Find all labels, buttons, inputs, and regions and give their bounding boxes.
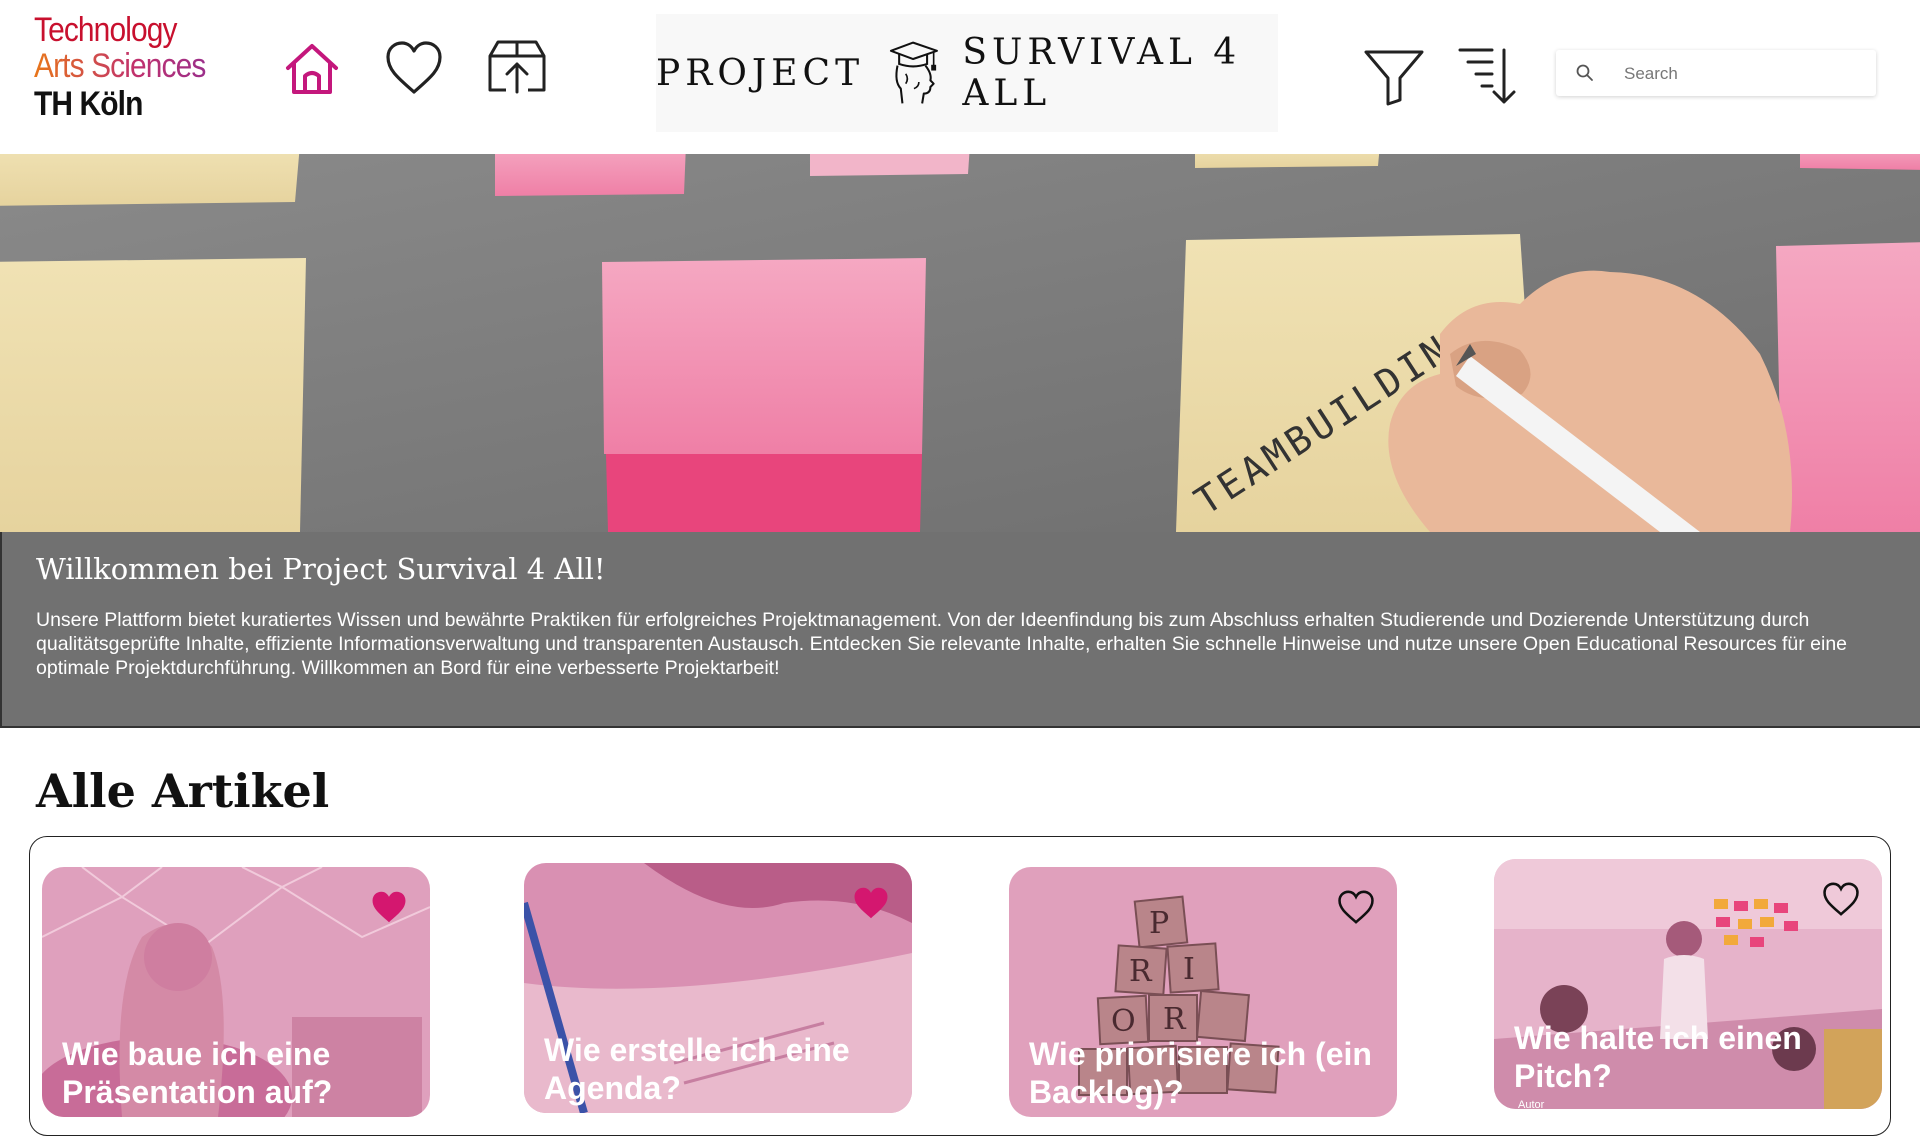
- welcome-text: Unsere Plattform bietet kuratiertes Wiss…: [36, 609, 1848, 679]
- graduate-head-icon: [890, 41, 939, 104]
- heart-icon[interactable]: [384, 38, 444, 98]
- brand-right-text: SURVIVAL 4 ALL: [962, 32, 1242, 114]
- search-input[interactable]: [1622, 58, 1866, 90]
- filter-icon[interactable]: [1362, 44, 1426, 108]
- article-card[interactable]: Wie erstelle ich eine Agenda?: [524, 863, 912, 1113]
- search-icon: [1576, 64, 1593, 81]
- hero-image: TEAMBUILDING?: [0, 154, 1920, 532]
- brand-left-text: PROJECT: [656, 52, 865, 94]
- article-title: Wie baue ich eine Präsentation auf?: [62, 1036, 333, 1110]
- sticky-notes-illustration: TEAMBUILDING?: [0, 154, 1920, 532]
- section-title: Alle Artikel: [36, 764, 330, 818]
- logo-line-technology: Technology: [34, 11, 177, 49]
- svg-text:I: I: [1183, 952, 1195, 987]
- header: Technology Arts Sciences TH Köln PROJECT…: [0, 0, 1920, 154]
- article-title: Wie halte ich einen Pitch?: [1514, 1020, 1802, 1094]
- logo-line-th-koeln: TH Köln: [34, 85, 143, 123]
- article-card[interactable]: Wie halte ich einen Pitch? Autor: [1494, 859, 1882, 1109]
- favorite-heart-outline-icon[interactable]: [1337, 889, 1375, 925]
- svg-text:R: R: [1129, 954, 1153, 989]
- welcome-banner: Willkommen bei Project Survival 4 All! U…: [0, 532, 1920, 728]
- search-box[interactable]: [1556, 50, 1876, 96]
- svg-text:R: R: [1163, 1002, 1187, 1037]
- logo-line-arts-sciences: Arts Sciences: [34, 47, 206, 85]
- project-survival-banner[interactable]: PROJECT SURVIVAL 4 ALL: [656, 14, 1278, 132]
- favorite-heart-outline-icon[interactable]: [1822, 881, 1860, 917]
- article-title: Wie priorisiere ich (ein Backlog)?: [1029, 1036, 1372, 1110]
- articles-container: Wie baue ich eine Präsentation auf? Wie …: [29, 836, 1891, 1136]
- th-koeln-logo[interactable]: Technology Arts Sciences TH Köln: [34, 12, 229, 122]
- welcome-title: Willkommen bei Project Survival 4 All!: [36, 552, 606, 586]
- svg-text:P: P: [1149, 906, 1169, 941]
- svg-text:O: O: [1111, 1004, 1136, 1039]
- article-author-label: Autor: [1518, 1099, 1545, 1109]
- sort-descending-icon[interactable]: [1456, 44, 1520, 108]
- home-icon[interactable]: [282, 38, 342, 98]
- favorite-heart-icon[interactable]: [852, 885, 890, 921]
- upload-box-icon[interactable]: [484, 38, 550, 98]
- favorite-heart-icon[interactable]: [370, 889, 408, 925]
- article-title: Wie erstelle ich eine Agenda?: [544, 1032, 850, 1106]
